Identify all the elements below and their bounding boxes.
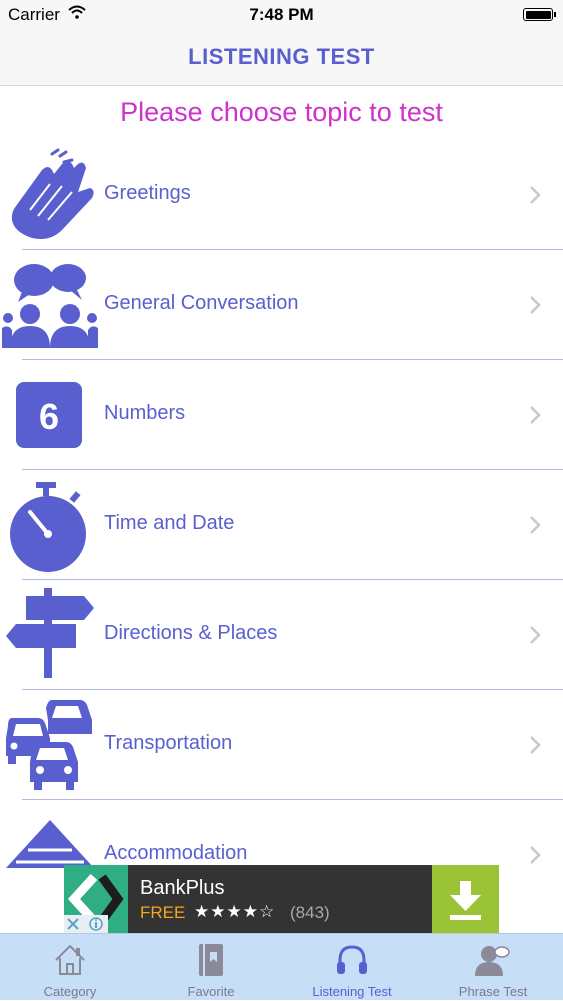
- chevron-right-icon: [530, 626, 541, 644]
- tab-label: Category: [43, 984, 97, 999]
- chevron-right-icon: [530, 846, 541, 864]
- person-speech-icon: [475, 946, 510, 976]
- download-icon[interactable]: [432, 865, 499, 933]
- chevron-right-icon: [530, 736, 541, 754]
- adchoices-badge[interactable]: [64, 915, 108, 933]
- book-icon: [199, 944, 223, 976]
- ad-rating-stars: ★★★★☆: [194, 902, 276, 921]
- chevron-right-icon: [530, 406, 541, 424]
- topic-row-transportation[interactable]: Transportation: [0, 690, 563, 800]
- navigation-bar: LISTENING TEST: [0, 30, 563, 86]
- ad-app-name: BankPlus: [140, 877, 225, 899]
- topic-row-numbers[interactable]: 6 Numbers: [0, 360, 563, 470]
- instruction-text: Please choose topic to test: [120, 97, 443, 127]
- clapping-hands-icon: [11, 148, 94, 239]
- number-glyph: 6: [39, 396, 59, 437]
- chevron-right-icon: [530, 186, 541, 204]
- tab-category[interactable]: Category: [0, 934, 140, 1001]
- chevron-right-icon: [530, 516, 541, 534]
- people-talking-icon: [2, 264, 98, 348]
- topic-label: Directions & Places: [104, 622, 278, 644]
- topic-row-greetings[interactable]: Greetings: [0, 140, 563, 250]
- tab-bar: Category Favorite Listening Test Phrase …: [0, 933, 563, 1000]
- headphones-icon: [337, 945, 367, 974]
- tab-phrase-test[interactable]: Phrase Test: [423, 934, 563, 1001]
- topic-row-directions-places[interactable]: Directions & Places: [0, 580, 563, 690]
- cars-icon: [6, 700, 92, 790]
- topic-row-general-conversation[interactable]: General Conversation: [0, 250, 563, 360]
- topic-label: Time and Date: [104, 512, 235, 534]
- tab-label: Favorite: [187, 984, 235, 999]
- battery-icon: [523, 8, 556, 21]
- ad-review-count: (843): [290, 903, 330, 922]
- tab-label: Phrase Test: [458, 984, 528, 999]
- house-icon: [55, 944, 85, 975]
- ad-close-icon: [67, 917, 103, 931]
- number-six-icon: 6: [16, 382, 82, 448]
- topic-label: Numbers: [104, 402, 186, 424]
- tab-label: Listening Test: [312, 984, 392, 999]
- tab-favorite[interactable]: Favorite: [141, 934, 281, 1001]
- topic-label: General Conversation: [104, 292, 299, 314]
- ad-price: FREE: [140, 903, 186, 922]
- stopwatch-icon: [10, 482, 86, 572]
- topic-label: Greetings: [104, 182, 191, 204]
- page-title: LISTENING TEST: [188, 44, 375, 69]
- topic-label: Transportation: [104, 732, 233, 754]
- signpost-icon: [6, 588, 94, 678]
- tab-listening-test[interactable]: Listening Test: [282, 934, 422, 1001]
- chevron-right-icon: [530, 296, 541, 314]
- topic-label: Accommodation: [104, 842, 248, 864]
- status-bar: Carrier 7:48 PM: [0, 0, 563, 30]
- clock: 7:48 PM: [249, 5, 314, 24]
- ad-banner[interactable]: BankPlus FREE ★★★★☆ (843): [64, 865, 499, 933]
- topic-row-time-and-date[interactable]: Time and Date: [0, 470, 563, 580]
